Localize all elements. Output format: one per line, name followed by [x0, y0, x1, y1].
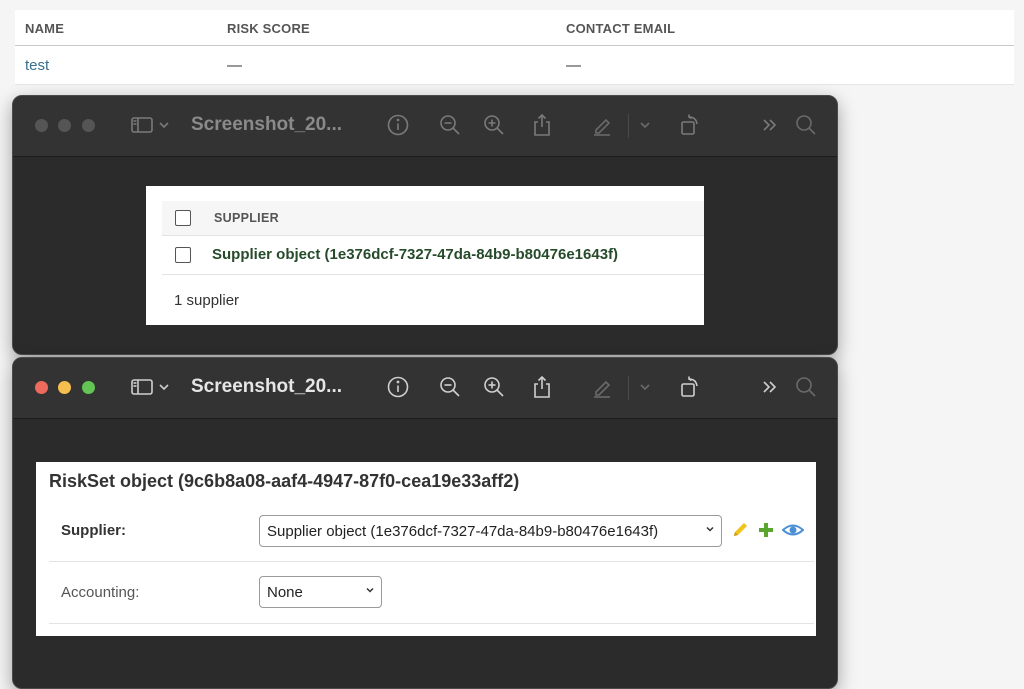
accounting-label: Accounting:: [61, 584, 140, 601]
zoom-window-button[interactable]: [82, 119, 95, 132]
accounting-select-value: None: [267, 584, 303, 601]
toolbar-separator: [628, 376, 629, 400]
zoom-out-icon[interactable]: [437, 112, 463, 138]
more-icon[interactable]: [757, 374, 783, 400]
form-row-accounting: Accounting: None: [49, 562, 814, 624]
eye-icon[interactable]: [782, 520, 804, 540]
form-row-supplier: Supplier: Supplier object (1e376dcf-7327…: [49, 502, 814, 562]
markup-icon[interactable]: [589, 374, 615, 400]
plus-icon[interactable]: [756, 520, 776, 540]
preview-window-inactive[interactable]: Screenshot_20... SUPPLIER Supplier objec…: [12, 95, 838, 355]
pencil-icon[interactable]: [730, 520, 750, 540]
markup-icon[interactable]: [589, 112, 615, 138]
supplier-list-screenshot: SUPPLIER Supplier object (1e376dcf-7327-…: [146, 186, 704, 325]
window-titlebar[interactable]: Screenshot_20...: [13, 358, 837, 419]
column-header-contact-email[interactable]: CONTACT EMAIL: [566, 21, 675, 36]
share-icon[interactable]: [529, 374, 555, 400]
chevron-down-icon[interactable]: [637, 112, 653, 138]
result-count: 1 supplier: [174, 292, 240, 309]
list-item: Supplier object (1e376dcf-7327-47da-84b9…: [162, 236, 704, 275]
minimize-window-button[interactable]: [58, 381, 71, 394]
table-row: test — —: [15, 46, 1014, 85]
sidebar-icon[interactable]: [129, 112, 155, 138]
search-icon[interactable]: [793, 112, 819, 138]
search-icon[interactable]: [793, 374, 819, 400]
row-checkbox[interactable]: [175, 247, 191, 263]
column-header-supplier[interactable]: SUPPLIER: [214, 211, 279, 225]
rotate-icon[interactable]: [677, 374, 703, 400]
zoom-window-button[interactable]: [82, 381, 95, 394]
zoom-in-icon[interactable]: [481, 112, 507, 138]
sidebar-icon[interactable]: [129, 374, 155, 400]
chevron-down-icon[interactable]: [156, 112, 172, 138]
column-header-risk-score[interactable]: RISK SCORE: [227, 21, 310, 36]
column-header-name[interactable]: NAME: [25, 21, 64, 36]
close-window-button[interactable]: [35, 381, 48, 394]
info-icon[interactable]: [385, 112, 411, 138]
chevron-down-icon[interactable]: [637, 374, 653, 400]
table-header: NAME RISK SCORE CONTACT EMAIL: [15, 10, 1014, 46]
more-icon[interactable]: [757, 112, 783, 138]
riskset-form-screenshot: RiskSet object (9c6b8a08-aaf4-4947-87f0-…: [36, 462, 816, 636]
window-title: Screenshot_20...: [191, 376, 343, 397]
chevron-down-icon[interactable]: [156, 374, 172, 400]
preview-window-active[interactable]: Screenshot_20... RiskSet object (9c6b8a0…: [12, 357, 838, 689]
row-risk-score: —: [227, 57, 242, 74]
window-titlebar[interactable]: Screenshot_20...: [13, 96, 837, 157]
toolbar-separator: [628, 114, 629, 138]
share-icon[interactable]: [529, 112, 555, 138]
list-header: SUPPLIER: [162, 201, 704, 236]
close-window-button[interactable]: [35, 119, 48, 132]
supplier-link[interactable]: Supplier object (1e376dcf-7327-47da-84b9…: [212, 246, 618, 263]
row-name-link[interactable]: test: [25, 57, 49, 74]
zoom-out-icon[interactable]: [437, 374, 463, 400]
chevron-down-icon: [366, 587, 374, 593]
minimize-window-button[interactable]: [58, 119, 71, 132]
supplier-label: Supplier:: [61, 522, 127, 539]
window-title: Screenshot_20...: [191, 114, 343, 135]
chevron-down-icon: [706, 526, 714, 532]
select-all-checkbox[interactable]: [175, 210, 191, 226]
accounting-select[interactable]: None: [259, 576, 382, 608]
rotate-icon[interactable]: [677, 112, 703, 138]
row-contact-email: —: [566, 57, 581, 74]
supplier-select-value: Supplier object (1e376dcf-7327-47da-84b9…: [267, 523, 659, 540]
info-icon[interactable]: [385, 374, 411, 400]
form-title: RiskSet object (9c6b8a08-aaf4-4947-87f0-…: [49, 471, 520, 491]
zoom-in-icon[interactable]: [481, 374, 507, 400]
background-admin-table: NAME RISK SCORE CONTACT EMAIL test — —: [15, 10, 1014, 85]
supplier-select[interactable]: Supplier object (1e376dcf-7327-47da-84b9…: [259, 515, 722, 547]
